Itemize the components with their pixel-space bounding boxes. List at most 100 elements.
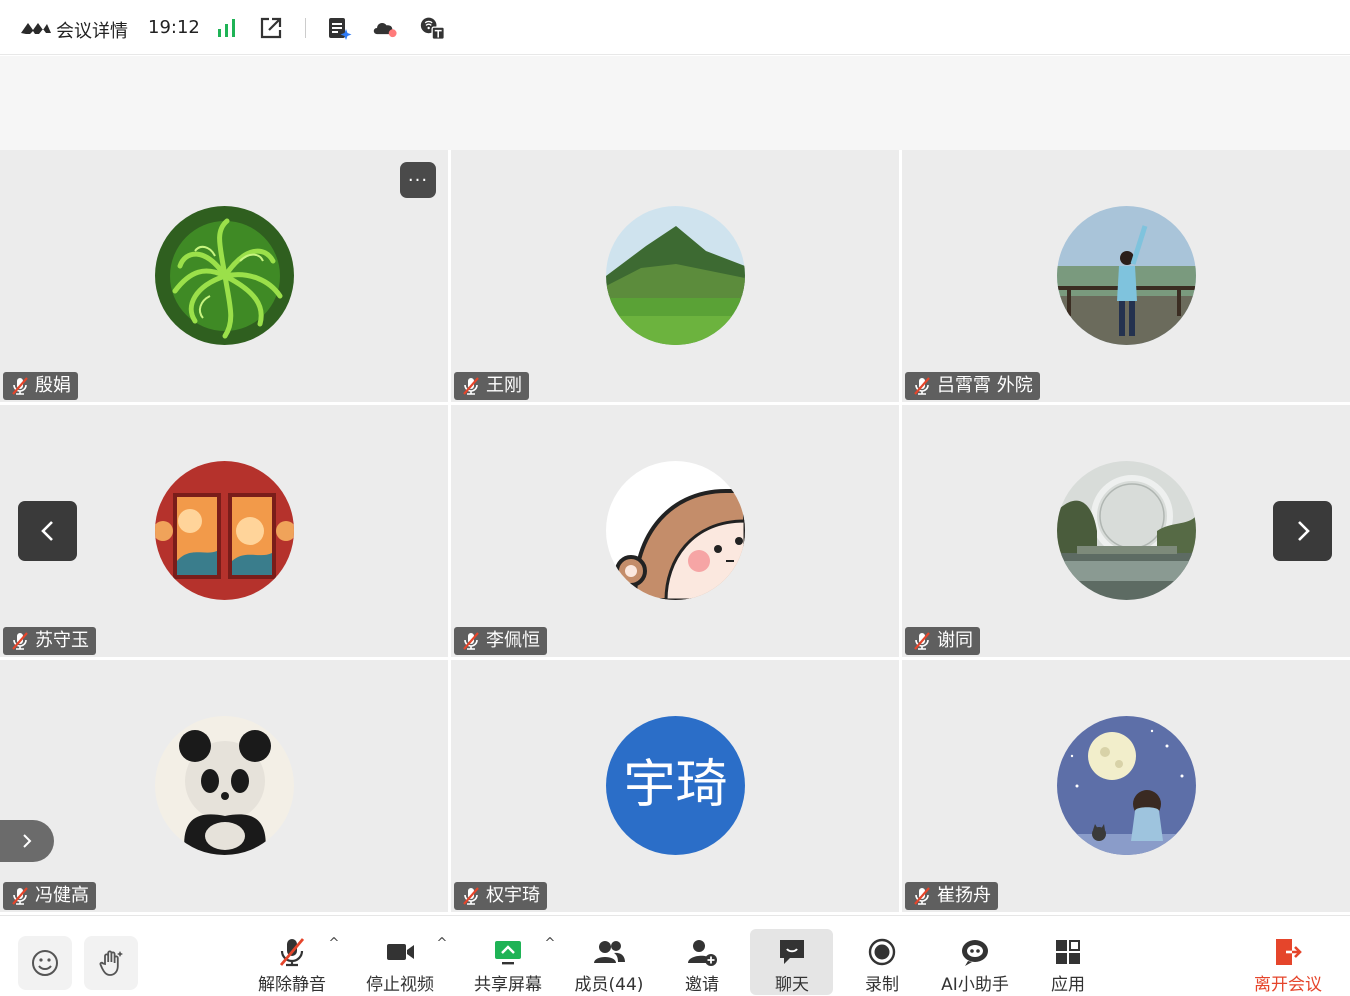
chat-button[interactable]: 聊天 xyxy=(773,933,811,995)
logo-icon xyxy=(21,23,51,34)
chevron-right-icon xyxy=(23,834,32,848)
apps-label: 应用 xyxy=(1051,975,1085,995)
mic-muted-icon xyxy=(914,887,930,905)
participant-nametag: 殷娟 xyxy=(3,372,78,400)
mic-muted-icon xyxy=(12,887,28,905)
expand-panel-button[interactable] xyxy=(0,820,54,862)
avatar-image xyxy=(1057,206,1196,345)
more-options-button[interactable]: ··· xyxy=(400,162,436,198)
invite-label: 邀请 xyxy=(685,975,719,995)
participant-nametag: 权宇琦 xyxy=(454,882,547,910)
record-label: 录制 xyxy=(865,975,899,995)
share-screen-button[interactable]: 共享屏幕 xyxy=(474,933,542,995)
participant-tile[interactable]: 崔扬舟 xyxy=(902,660,1350,912)
bottom-toolbar: 解除静音 ^ 停止视频 ^ 共享屏幕 ^ 成员(44) 邀请 聊天 录制 AI小… xyxy=(0,915,1350,996)
avatar-image xyxy=(606,206,745,345)
add-user-icon xyxy=(688,939,717,966)
chevron-right-icon xyxy=(1297,521,1310,541)
mic-muted-icon xyxy=(12,632,28,650)
avatar xyxy=(155,206,294,345)
avatar-image xyxy=(155,461,294,600)
participant-name: 苏守玉 xyxy=(35,630,89,651)
audio-options-caret[interactable]: ^ xyxy=(327,933,341,995)
members-label: 成员(44) xyxy=(574,975,644,995)
previous-page-button[interactable] xyxy=(18,501,77,561)
avatar-image xyxy=(606,461,745,600)
participant-tile[interactable]: 李佩恒 xyxy=(451,405,899,657)
participant-name: 谢同 xyxy=(937,630,973,651)
participant-name: 吕霄霄 外院 xyxy=(937,375,1033,396)
external-link-icon[interactable] xyxy=(258,15,284,41)
participant-nametag: 冯健高 xyxy=(3,882,96,910)
participant-name: 崔扬舟 xyxy=(937,885,991,906)
caption-icon[interactable] xyxy=(420,15,446,41)
avatar-image xyxy=(155,716,294,855)
stop-video-label: 停止视频 xyxy=(366,975,434,995)
participant-name: 冯健高 xyxy=(35,885,89,906)
meeting-time: 19:12 xyxy=(148,17,200,38)
avatar xyxy=(155,461,294,600)
unmute-label: 解除静音 xyxy=(258,975,326,995)
participant-nametag: 吕霄霄 外院 xyxy=(905,372,1040,400)
participant-name: 殷娟 xyxy=(35,375,71,396)
notes-ai-icon[interactable] xyxy=(326,15,352,41)
avatar: 宇琦 xyxy=(606,716,745,855)
cloud-record-icon[interactable] xyxy=(371,15,397,41)
apps-grid-icon xyxy=(1056,939,1080,964)
chat-label: 聊天 xyxy=(775,975,809,995)
raise-hand-button[interactable] xyxy=(84,936,138,990)
ai-assistant-button[interactable]: AI小助手 xyxy=(941,933,1009,995)
apps-button[interactable]: 应用 xyxy=(1049,933,1087,995)
participant-tile[interactable]: ··· 殷娟 xyxy=(0,150,448,402)
stop-video-button[interactable]: 停止视频 xyxy=(366,933,434,995)
share-screen-label: 共享屏幕 xyxy=(474,975,542,995)
chevron-up-icon: ^ xyxy=(328,936,340,951)
participant-name: 王刚 xyxy=(486,375,522,396)
video-options-caret[interactable]: ^ xyxy=(435,933,449,995)
participant-name: 李佩恒 xyxy=(486,630,540,651)
members-button[interactable]: 成员(44) xyxy=(574,933,644,995)
record-button[interactable]: 录制 xyxy=(863,933,901,995)
avatar xyxy=(1057,461,1196,600)
mic-muted-icon xyxy=(279,937,305,966)
avatar xyxy=(606,206,745,345)
participant-tile[interactable]: 冯健高 xyxy=(0,660,448,912)
unmute-button[interactable]: 解除静音 xyxy=(258,933,326,995)
share-screen-icon xyxy=(495,940,521,964)
avatar-image xyxy=(1057,461,1196,600)
avatar-image xyxy=(1057,716,1196,855)
mic-muted-icon xyxy=(914,632,930,650)
reaction-button[interactable] xyxy=(18,936,72,990)
participant-name: 权宇琦 xyxy=(486,885,540,906)
avatar xyxy=(1057,206,1196,345)
mic-muted-icon xyxy=(914,377,930,395)
participant-nametag: 王刚 xyxy=(454,372,529,400)
mic-muted-icon xyxy=(463,377,479,395)
participant-tile[interactable]: 王刚 xyxy=(451,150,899,402)
toolbar-divider xyxy=(305,18,306,38)
invite-button[interactable]: 邀请 xyxy=(683,933,721,995)
next-page-button[interactable] xyxy=(1273,501,1332,561)
avatar-initials: 宇琦 xyxy=(623,755,728,815)
hand-icon xyxy=(99,950,123,976)
avatar xyxy=(155,716,294,855)
avatar xyxy=(606,461,745,600)
members-icon xyxy=(594,940,625,963)
mic-muted-icon xyxy=(463,887,479,905)
meeting-details-link[interactable]: 会议详情 xyxy=(56,17,128,43)
ai-assistant-label: AI小助手 xyxy=(941,975,1009,995)
top-strip xyxy=(0,56,1350,150)
share-options-caret[interactable]: ^ xyxy=(543,933,557,995)
chevron-up-icon: ^ xyxy=(436,936,448,951)
signal-icon[interactable] xyxy=(214,15,240,41)
chevron-left-icon xyxy=(40,521,53,541)
avatar-image xyxy=(155,206,294,345)
participant-nametag: 李佩恒 xyxy=(454,627,547,655)
leave-meeting-button[interactable]: 离开会议 xyxy=(1254,933,1322,995)
mic-muted-icon xyxy=(12,377,28,395)
participant-nametag: 苏守玉 xyxy=(3,627,96,655)
participant-nametag: 崔扬舟 xyxy=(905,882,998,910)
participant-tile[interactable]: 宇琦 权宇琦 xyxy=(451,660,899,912)
emoji-icon xyxy=(32,950,58,976)
participant-tile[interactable]: 吕霄霄 外院 xyxy=(902,150,1350,402)
